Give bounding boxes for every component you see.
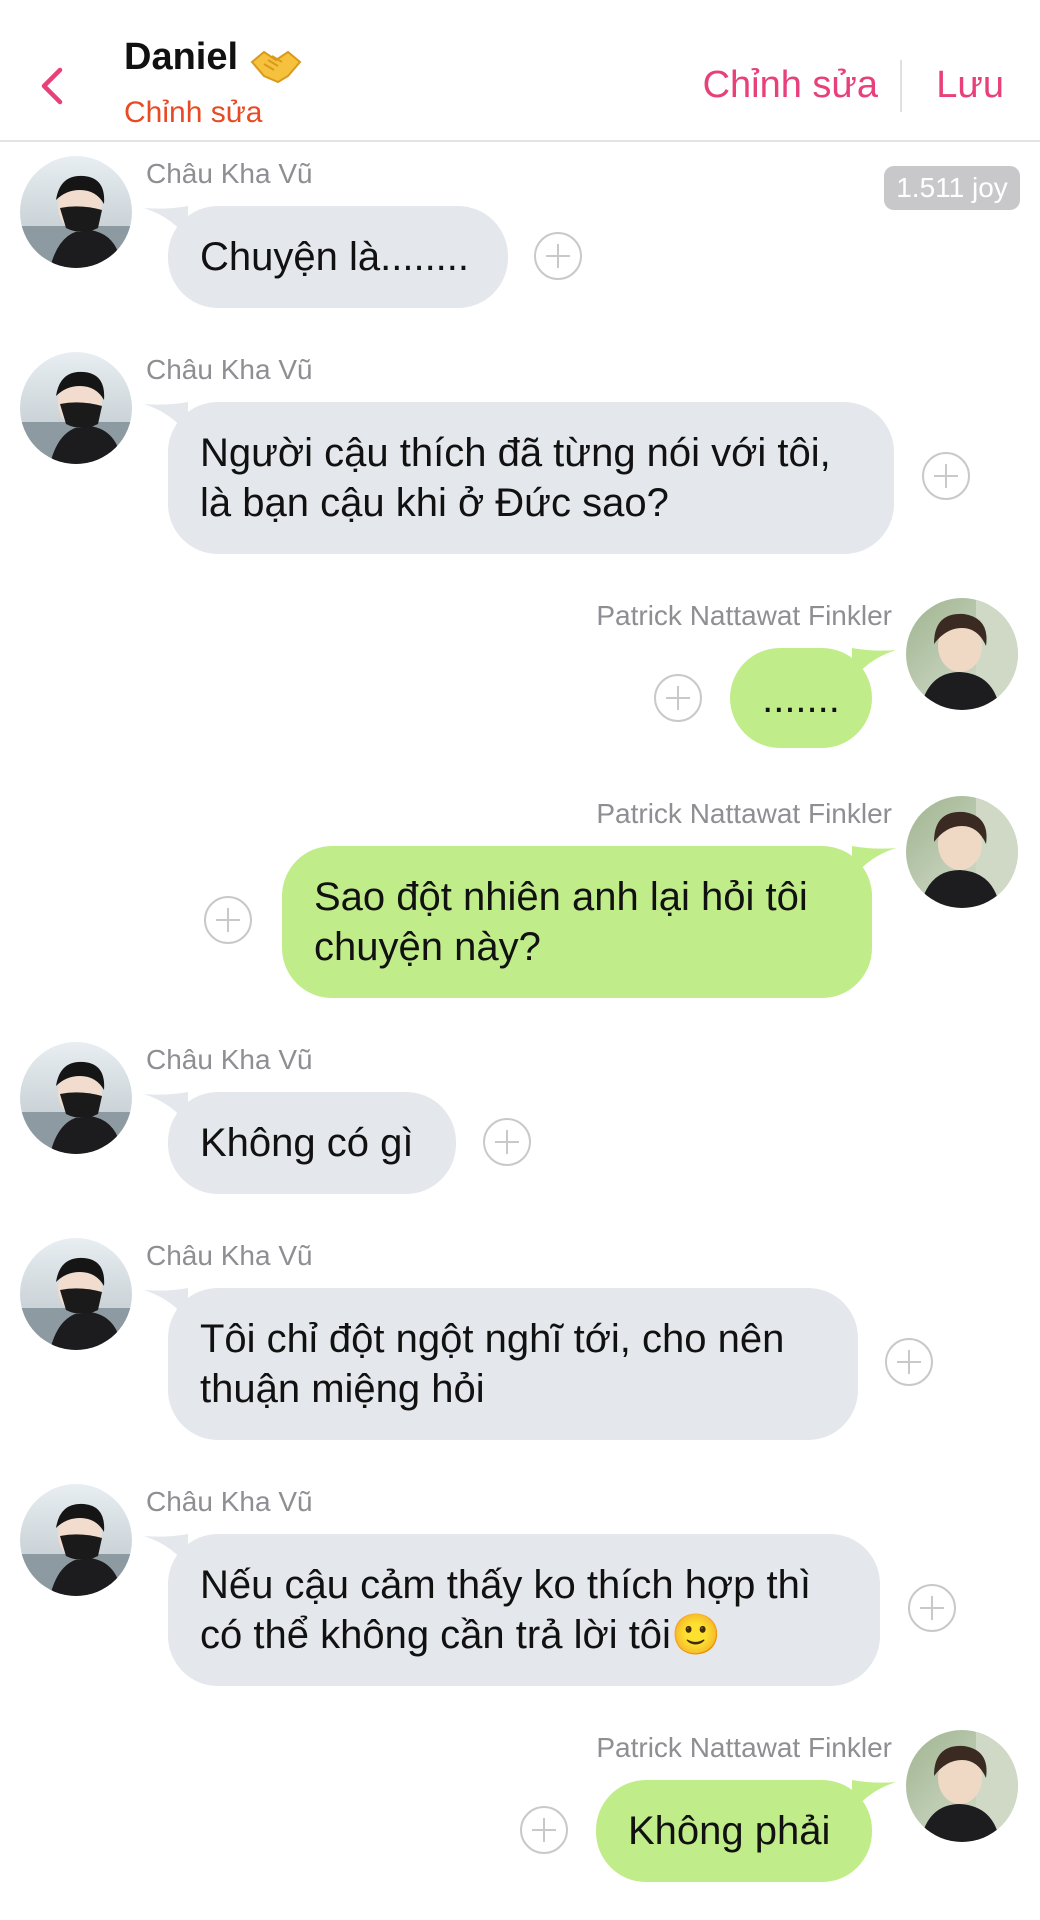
avatar[interactable] — [906, 796, 1018, 908]
message-bubble[interactable]: Tôi chỉ đột ngột nghĩ tới, cho nên thuận… — [168, 1288, 858, 1440]
sender-name: Patrick Nattawat Finkler — [596, 600, 892, 631]
add-reaction-button[interactable] — [885, 1338, 933, 1386]
message-bubble[interactable]: Người cậu thích đã từng nói với tôi, là … — [168, 402, 894, 554]
header-divider — [900, 60, 902, 112]
message-text-line: chuyện này? — [314, 925, 541, 969]
add-reaction-button[interactable] — [483, 1118, 531, 1166]
contact-name: Daniel — [124, 36, 239, 78]
add-reaction-button[interactable] — [534, 232, 582, 280]
sender-name: Châu Kha Vũ — [146, 354, 313, 385]
message-text: Không phải — [628, 1809, 831, 1853]
sender-name: Châu Kha Vũ — [146, 158, 313, 189]
avatar[interactable] — [906, 1730, 1018, 1842]
message-text-line: Nếu cậu cảm thấy ko thích hợp thì — [200, 1563, 811, 1607]
avatar[interactable] — [20, 1238, 132, 1350]
sender-name: Châu Kha Vũ — [146, 1486, 313, 1517]
avatar[interactable] — [20, 1484, 132, 1596]
add-reaction-button[interactable] — [204, 896, 252, 944]
add-reaction-button[interactable] — [922, 452, 970, 500]
joy-badge: 1.511 joy — [884, 166, 1020, 210]
add-reaction-button[interactable] — [908, 1584, 956, 1632]
message-bubble[interactable]: Không có gì — [168, 1092, 456, 1194]
avatar[interactable] — [906, 598, 1018, 710]
message-text: ....... — [762, 677, 840, 721]
message-text-line: là bạn cậu khi ở Đức sao? — [200, 481, 669, 525]
back-button[interactable] — [30, 58, 80, 114]
message-bubble[interactable]: Không phải — [596, 1780, 872, 1882]
sender-name: Châu Kha Vũ — [146, 1044, 313, 1075]
message-text: Chuyện là........ — [200, 235, 470, 279]
sender-name: Patrick Nattawat Finkler — [596, 1732, 892, 1763]
avatar[interactable] — [20, 1042, 132, 1154]
save-button[interactable]: Lưu — [936, 64, 1004, 107]
handshake-icon — [250, 50, 302, 84]
edit-button[interactable]: Chỉnh sửa — [703, 64, 878, 107]
chat-header: Daniel Chỉnh sửa Chỉnh sửa Lưu — [0, 0, 1040, 142]
header-subtitle[interactable]: Chỉnh sửa — [124, 96, 263, 130]
message-bubble[interactable]: Chuyện là........ — [168, 206, 508, 308]
message-bubble[interactable]: ....... — [730, 648, 872, 748]
message-bubble[interactable]: Nếu cậu cảm thấy ko thích hợp thì có thể… — [168, 1534, 880, 1686]
chevron-left-icon — [41, 67, 63, 105]
sender-name: Patrick Nattawat Finkler — [596, 798, 892, 829]
message-text: Không có gì — [200, 1121, 414, 1165]
add-reaction-button[interactable] — [654, 674, 702, 722]
message-text-line: Người cậu thích đã từng nói với tôi, — [200, 431, 831, 475]
avatar[interactable] — [20, 156, 132, 268]
add-reaction-button[interactable] — [520, 1806, 568, 1854]
message-text-line: Sao đột nhiên anh lại hỏi tôi — [314, 875, 808, 919]
message-bubble[interactable]: Sao đột nhiên anh lại hỏi tôi chuyện này… — [282, 846, 872, 998]
sender-name: Châu Kha Vũ — [146, 1240, 313, 1271]
message-text-line: thuận miệng hỏi — [200, 1367, 485, 1411]
avatar[interactable] — [20, 352, 132, 464]
message-text-line: Tôi chỉ đột ngột nghĩ tới, cho nên — [200, 1317, 785, 1361]
message-text-line: có thể không cần trả lời tôi🙂 — [200, 1613, 721, 1657]
